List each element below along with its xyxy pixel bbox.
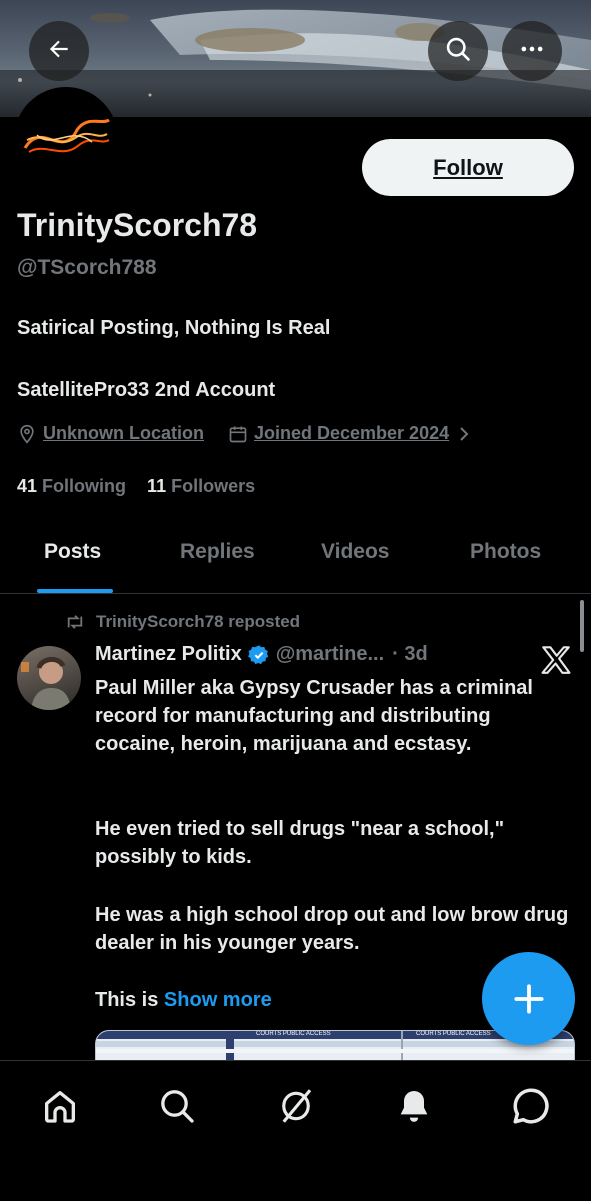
- followers-label: Followers: [171, 476, 256, 496]
- nav-search[interactable]: [152, 1081, 202, 1131]
- tab-videos[interactable]: Videos: [321, 540, 389, 564]
- nav-notifications[interactable]: [389, 1081, 439, 1131]
- bio-line-1: Satirical Posting, Nothing Is Real: [17, 317, 331, 339]
- followers-link[interactable]: 11 Followers: [147, 476, 255, 496]
- repost-indicator[interactable]: TrinityScorch78 reposted: [64, 612, 300, 632]
- verified-badge-icon: [247, 644, 270, 666]
- post-paragraph-3: He was a high school drop out and low br…: [95, 904, 569, 954]
- grok-icon: [275, 1085, 317, 1127]
- plus-icon: [510, 980, 548, 1018]
- active-tab-indicator: [37, 589, 113, 593]
- media-header-text-2: COURTS PUBLIC ACCESS: [416, 1031, 491, 1037]
- notifications-icon: [394, 1086, 434, 1126]
- search-button[interactable]: [428, 21, 488, 81]
- tab-posts[interactable]: Posts: [44, 540, 101, 564]
- profile-avatar[interactable]: [14, 87, 118, 191]
- repost-icon: [64, 613, 86, 631]
- messages-icon: [510, 1085, 552, 1127]
- search-icon: [157, 1086, 197, 1126]
- home-icon: [40, 1086, 80, 1126]
- follow-button[interactable]: Follow: [362, 139, 574, 196]
- calendar-icon: [228, 424, 248, 444]
- following-link[interactable]: 41 Following: [17, 476, 126, 496]
- post-author-avatar[interactable]: [17, 646, 81, 710]
- location-pin-icon: [17, 424, 37, 444]
- nav-home[interactable]: [35, 1081, 85, 1131]
- post-time: · 3d: [392, 643, 428, 665]
- scrollbar[interactable]: [580, 600, 584, 652]
- chevron-right-icon[interactable]: [457, 425, 471, 443]
- compose-post-button[interactable]: [482, 952, 575, 1045]
- more-button[interactable]: [502, 21, 562, 81]
- following-label: Following: [42, 476, 127, 496]
- post-author-handle[interactable]: @martine...: [276, 643, 384, 666]
- tab-replies[interactable]: Replies: [180, 540, 255, 564]
- following-count: 41: [17, 476, 38, 496]
- media-header-text-1: COURTS PUBLIC ACCESS: [256, 1031, 331, 1037]
- joined-date-link[interactable]: Joined December 2024: [254, 423, 449, 444]
- nav-messages[interactable]: [506, 1081, 556, 1131]
- display-name: TrinityScorch78: [17, 207, 258, 243]
- post-paragraph-1: Paul Miller aka Gypsy Crusader has a cri…: [95, 677, 533, 755]
- profile-meta: Unknown Location Joined December 2024: [17, 423, 471, 444]
- followers-count: 11: [147, 476, 167, 496]
- tab-photos[interactable]: Photos: [470, 540, 541, 564]
- profile-tabs: Posts Replies Videos Photos: [0, 520, 591, 594]
- post-header: Martinez Politix @martine... · 3d: [95, 643, 428, 666]
- post-paragraph-2: He even tried to sell drugs "near a scho…: [95, 818, 505, 868]
- nav-grok[interactable]: [271, 1081, 321, 1131]
- location-link[interactable]: Unknown Location: [43, 423, 204, 444]
- repost-text: TrinityScorch78 reposted: [96, 612, 301, 631]
- bio-line-2: SatellitePro33 2nd Account: [17, 379, 276, 401]
- follow-stats: 41 Following 11 Followers: [17, 476, 255, 497]
- user-handle: @TScorch788: [17, 256, 157, 279]
- arrow-left-icon: [46, 36, 72, 67]
- back-button[interactable]: [29, 21, 89, 81]
- post-author-name[interactable]: Martinez Politix: [95, 643, 242, 666]
- bottom-navigation: [0, 1060, 591, 1201]
- more-horizontal-icon: [518, 35, 546, 68]
- show-more-link[interactable]: Show more: [164, 989, 272, 1011]
- post-truncated-text: This is: [95, 989, 159, 1011]
- search-icon: [444, 35, 472, 68]
